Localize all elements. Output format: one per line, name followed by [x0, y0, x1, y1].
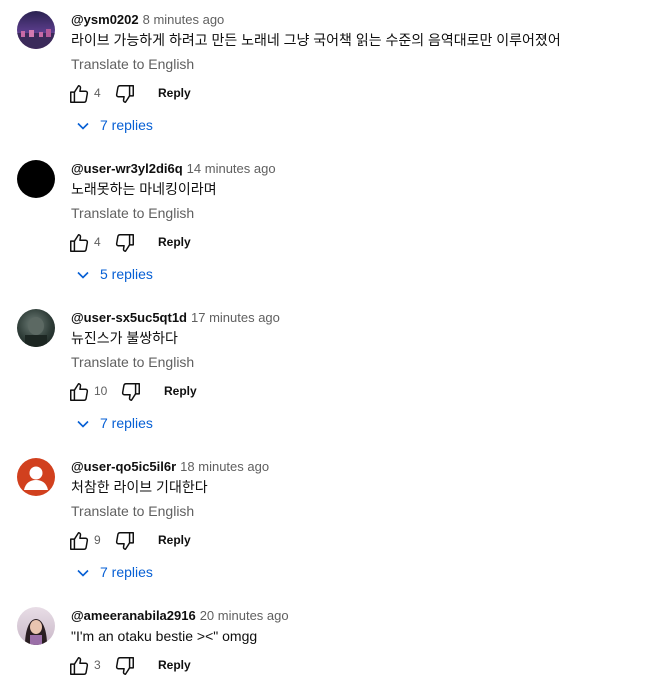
comment-author[interactable]: @user-wr3yl2di6q — [71, 161, 183, 176]
translate-button[interactable]: Translate to English — [71, 203, 194, 223]
thumbs-up-icon[interactable] — [68, 232, 90, 254]
thumbs-up-icon[interactable] — [68, 381, 90, 403]
comment-text: 라이브 가능하게 하려고 만든 노래네 그냥 국어책 읽는 수준의 음역대로만 … — [71, 32, 561, 48]
comment-timestamp[interactable]: 14 minutes ago — [187, 161, 276, 176]
thumbs-down-icon[interactable] — [114, 655, 136, 677]
comment-header: @user-qo5ic5il6r 18 minutes ago — [71, 459, 269, 475]
avatar-image — [25, 317, 47, 347]
translate-button[interactable]: Translate to English — [71, 501, 194, 521]
comment-header: @ameeranabila2916 20 minutes ago — [71, 608, 289, 624]
like-count: 4 — [94, 86, 101, 100]
like-count: 4 — [94, 235, 101, 249]
reply-button[interactable]: Reply — [158, 235, 191, 249]
avatar[interactable] — [17, 160, 55, 198]
comment-header: @user-sx5uc5qt1d 17 minutes ago — [71, 310, 280, 326]
reply-button[interactable]: Reply — [158, 658, 191, 672]
comment-author[interactable]: @ameeranabila2916 — [71, 608, 196, 623]
thumbs-down-icon[interactable] — [114, 530, 136, 552]
replies-count: 7 replies — [100, 117, 153, 133]
thumbs-up-icon[interactable] — [68, 530, 90, 552]
comment-author[interactable]: @user-sx5uc5qt1d — [71, 310, 187, 325]
comment-author[interactable]: @ysm0202 — [71, 12, 139, 27]
comment-header: @ysm0202 8 minutes ago — [71, 12, 224, 28]
reply-button[interactable]: Reply — [164, 384, 197, 398]
comment-text: 노래못하는 마네킹이라며 — [71, 181, 217, 197]
avatar[interactable] — [17, 458, 55, 496]
chevron-down-icon — [77, 271, 89, 279]
comment-header: @user-wr3yl2di6q 14 minutes ago — [71, 161, 276, 177]
reply-button[interactable]: Reply — [158, 86, 191, 100]
reply-button[interactable]: Reply — [158, 533, 191, 547]
comment-text: "I'm an otaku bestie ><" omgg — [71, 628, 258, 644]
avatar-image — [17, 29, 55, 49]
translate-button[interactable]: Translate to English — [71, 54, 194, 74]
comment-text: 뉴진스가 불쌍하다 — [71, 330, 178, 346]
thumbs-down-icon[interactable] — [114, 83, 136, 105]
like-count: 3 — [94, 658, 101, 672]
translate-button[interactable]: Translate to English — [71, 352, 194, 372]
chevron-down-icon — [77, 569, 89, 577]
avatar-image — [25, 619, 47, 645]
comment-text: 처참한 라이브 기대한다 — [71, 479, 208, 495]
thumbs-down-icon[interactable] — [114, 232, 136, 254]
thumbs-up-icon[interactable] — [68, 655, 90, 677]
chevron-down-icon — [77, 122, 89, 130]
like-count: 9 — [94, 533, 101, 547]
replies-count: 5 replies — [100, 266, 153, 282]
replies-count: 7 replies — [100, 564, 153, 580]
comment-timestamp[interactable]: 20 minutes ago — [200, 608, 289, 623]
comment-timestamp[interactable]: 8 minutes ago — [143, 12, 225, 27]
comment-timestamp[interactable]: 17 minutes ago — [191, 310, 280, 325]
comment-author[interactable]: @user-qo5ic5il6r — [71, 459, 176, 474]
default-avatar-icon — [24, 466, 48, 490]
avatar[interactable] — [17, 607, 55, 645]
avatar[interactable] — [17, 11, 55, 49]
thumbs-up-icon[interactable] — [68, 83, 90, 105]
replies-count: 7 replies — [100, 415, 153, 431]
like-count: 10 — [94, 384, 108, 398]
chevron-down-icon — [77, 420, 89, 428]
thumbs-down-icon[interactable] — [120, 381, 142, 403]
avatar[interactable] — [17, 309, 55, 347]
comment-timestamp[interactable]: 18 minutes ago — [180, 459, 269, 474]
